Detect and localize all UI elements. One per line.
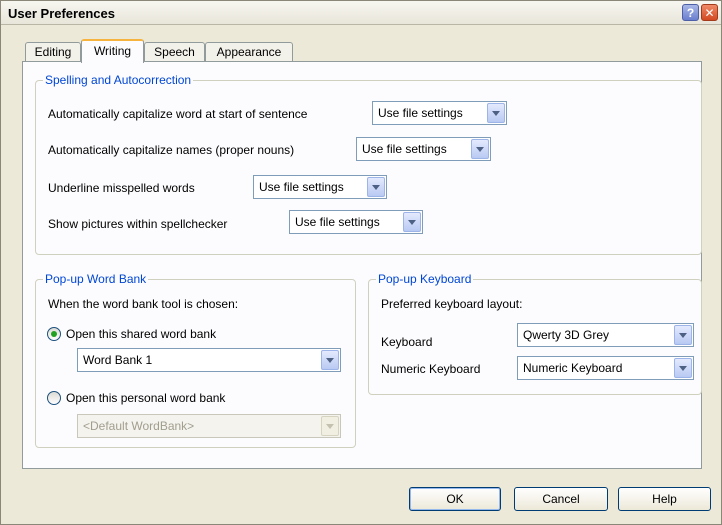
shared-word-bank-label[interactable]: Open this shared word bank	[66, 327, 216, 341]
underline-misspelled-value: Use file settings	[259, 180, 344, 194]
shared-word-bank-value: Word Bank 1	[83, 353, 153, 367]
show-pictures-label: Show pictures within spellchecker	[48, 217, 228, 231]
capitalize-sentence-select[interactable]: Use file settings	[372, 101, 507, 125]
ok-button[interactable]: OK	[409, 487, 501, 511]
shared-word-bank-radio[interactable]	[47, 327, 61, 341]
word-bank-group-legend: Pop-up Word Bank	[43, 272, 149, 286]
capitalize-sentence-value: Use file settings	[378, 106, 463, 120]
numeric-keyboard-label: Numeric Keyboard	[381, 362, 481, 376]
cancel-button[interactable]: Cancel	[514, 487, 608, 511]
tab-editing[interactable]: Editing	[25, 42, 81, 62]
tab-appearance[interactable]: Appearance	[205, 42, 293, 62]
capitalize-names-value: Use file settings	[362, 142, 447, 156]
show-pictures-value: Use file settings	[295, 215, 380, 229]
chevron-down-icon[interactable]	[403, 212, 421, 232]
chevron-down-icon[interactable]	[487, 103, 505, 123]
underline-misspelled-select[interactable]: Use file settings	[253, 175, 387, 199]
chevron-down-icon[interactable]	[674, 325, 692, 345]
keyboard-prompt: Preferred keyboard layout:	[381, 297, 523, 311]
shared-word-bank-select[interactable]: Word Bank 1	[77, 348, 341, 372]
personal-word-bank-radio[interactable]	[47, 391, 61, 405]
personal-word-bank-value: <Default WordBank>	[83, 419, 195, 433]
spelling-group-legend: Spelling and Autocorrection	[43, 73, 194, 87]
show-pictures-select[interactable]: Use file settings	[289, 210, 423, 234]
chevron-down-icon[interactable]	[674, 358, 692, 378]
tab-writing[interactable]: Writing	[81, 39, 144, 63]
user-preferences-dialog: User Preferences ? ✕ Editing Writing Spe…	[0, 0, 722, 525]
chevron-down-icon[interactable]	[471, 139, 489, 159]
title-bar[interactable]: User Preferences ? ✕	[1, 1, 721, 25]
keyboard-label: Keyboard	[381, 335, 433, 349]
keyboard-value: Qwerty 3D Grey	[523, 328, 610, 342]
capitalize-names-label: Automatically capitalize names (proper n…	[48, 143, 295, 157]
capitalize-sentence-label: Automatically capitalize word at start o…	[48, 107, 308, 121]
tab-speech[interactable]: Speech	[144, 42, 205, 62]
chevron-down-icon[interactable]	[321, 350, 339, 370]
chevron-down-icon[interactable]	[367, 177, 385, 197]
keyboard-select[interactable]: Qwerty 3D Grey	[517, 323, 694, 347]
personal-word-bank-label[interactable]: Open this personal word bank	[66, 391, 225, 405]
word-bank-prompt: When the word bank tool is chosen:	[48, 297, 239, 311]
close-icon[interactable]: ✕	[701, 4, 718, 21]
personal-word-bank-select: <Default WordBank>	[77, 414, 341, 438]
help-icon[interactable]: ?	[682, 4, 699, 21]
help-button[interactable]: Help	[618, 487, 711, 511]
chevron-down-icon	[321, 416, 339, 436]
numeric-keyboard-value: Numeric Keyboard	[523, 361, 623, 375]
numeric-keyboard-select[interactable]: Numeric Keyboard	[517, 356, 694, 380]
window-title: User Preferences	[8, 6, 115, 21]
capitalize-names-select[interactable]: Use file settings	[356, 137, 491, 161]
keyboard-group-legend: Pop-up Keyboard	[376, 272, 474, 286]
underline-misspelled-label: Underline misspelled words	[48, 181, 195, 195]
